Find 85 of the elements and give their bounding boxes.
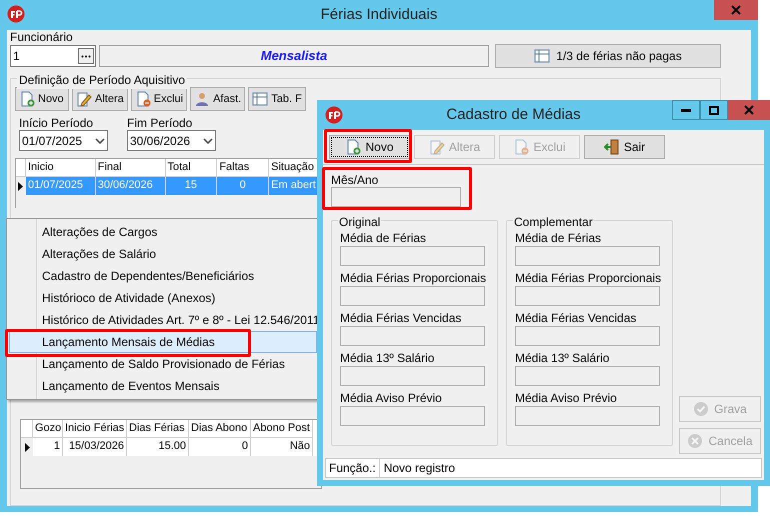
field-label: Mês/Ano <box>331 173 380 187</box>
pencil-document-icon <box>76 91 92 107</box>
status-label: Função.: <box>326 459 380 477</box>
app-logo-icon <box>325 106 343 124</box>
field-label: Média Aviso Prévio <box>515 391 618 406</box>
date-dropdown[interactable]: 01/07/2025 <box>19 130 108 151</box>
close-button[interactable] <box>728 100 770 120</box>
close-button[interactable] <box>714 0 758 20</box>
employee-field[interactable]: 1 <box>10 45 96 67</box>
menu-item[interactable]: Cadastro de Dependentes/Beneficiários <box>9 265 317 287</box>
door-exit-icon <box>604 139 620 155</box>
field-label: Média Férias Vencidas <box>340 311 462 326</box>
table-cell: 30/06/2026 <box>96 177 166 195</box>
table-cell: 15/03/2026 <box>63 438 127 456</box>
field-label: Média 13º Salário <box>515 351 610 366</box>
menu-item[interactable]: Alterações de Cargos <box>9 221 317 243</box>
category-panel: Mensalista <box>99 45 489 67</box>
field-label: Início Período <box>19 116 94 130</box>
toolbar-button[interactable]: Exclui <box>130 87 188 111</box>
amount-field[interactable] <box>515 406 660 426</box>
app-logo-icon <box>7 5 25 23</box>
field-label: Funcionário <box>10 31 74 44</box>
maximize-icon <box>709 106 719 114</box>
minimize-icon <box>681 108 691 112</box>
field-label: Média Férias Proporcionais <box>515 271 662 286</box>
chevron-down-icon <box>203 138 213 144</box>
lookup-button[interactable] <box>78 48 94 64</box>
table-cell: 15 <box>166 177 218 195</box>
amount-field[interactable] <box>340 406 485 426</box>
amount-field[interactable] <box>515 286 660 306</box>
toolbar-button[interactable]: Afast. <box>190 87 246 111</box>
field-label: Média Férias Proporcionais <box>340 271 488 286</box>
new-document-icon <box>345 139 362 155</box>
close-icon <box>744 105 754 115</box>
cancel-circle-icon <box>687 433 704 449</box>
amount-field[interactable] <box>340 286 485 306</box>
toolbar-button[interactable]: Novo <box>15 87 69 111</box>
pencil-document-icon <box>428 139 445 155</box>
close-icon <box>731 5 741 15</box>
unpaid-vacations-button[interactable]: 1/3 de férias não pagas <box>495 44 721 68</box>
table-cell: 01/07/2025 <box>26 177 96 195</box>
month-year-field[interactable] <box>331 187 461 207</box>
window-title: Cadastro de Médias <box>446 104 581 125</box>
menu-item[interactable]: Histórico de Atividades Art. 7º e 8º - Lei 12.546/2011 <box>9 309 317 331</box>
field-label: Média de Férias <box>515 231 602 246</box>
field-label: Média Aviso Prévio <box>340 391 443 406</box>
table-cell: Não <box>251 438 313 456</box>
row-pointer-icon <box>24 442 30 452</box>
table-icon <box>534 48 550 64</box>
field-label: Média 13º Salário <box>340 351 436 366</box>
person-icon <box>194 91 210 107</box>
amount-field[interactable] <box>340 246 485 266</box>
toolbar-button[interactable]: Sair <box>584 135 665 159</box>
menu-item[interactable]: Alterações de Salário <box>9 243 317 265</box>
date-dropdown[interactable]: 30/06/2026 <box>127 130 216 151</box>
status-text: Novo registro <box>382 460 456 477</box>
table-icon <box>252 91 268 107</box>
minimize-button[interactable] <box>672 100 700 120</box>
maximize-button[interactable] <box>700 100 728 120</box>
window-title: Férias Individuais <box>320 4 438 25</box>
ellipsis-icon <box>81 54 91 58</box>
field-label: Média Férias Vencidas <box>515 311 638 326</box>
remove-document-icon <box>513 139 530 155</box>
menu-item[interactable]: Lançamento de Saldo Provisionado de Férias <box>9 353 317 375</box>
field-label: Média de Férias <box>340 231 428 246</box>
amount-field[interactable] <box>515 246 660 266</box>
menu-item[interactable]: Histórioco de Atividade (Anexos) <box>9 287 317 309</box>
toolbar-button[interactable]: Novo <box>329 135 410 159</box>
chevron-down-icon <box>95 138 105 144</box>
table-cell: 0 <box>189 438 251 456</box>
menu-item[interactable]: Lançamento de Eventos Mensais <box>9 375 317 397</box>
toolbar-button[interactable]: Altera <box>72 87 128 111</box>
amount-field[interactable] <box>515 326 660 346</box>
field-label: Fim Período <box>127 116 194 130</box>
amount-field[interactable] <box>515 366 660 386</box>
remove-document-icon <box>134 91 151 107</box>
table-cell: 1 <box>33 438 63 456</box>
amount-field[interactable] <box>340 326 485 346</box>
check-circle-icon <box>693 401 710 417</box>
table-cell: 0 <box>217 177 270 195</box>
row-pointer-icon <box>18 182 24 190</box>
table-cell: 15.00 <box>127 438 189 456</box>
new-document-icon <box>19 91 35 107</box>
toolbar-button[interactable]: Tab. F <box>248 87 306 111</box>
amount-field[interactable] <box>340 366 485 386</box>
